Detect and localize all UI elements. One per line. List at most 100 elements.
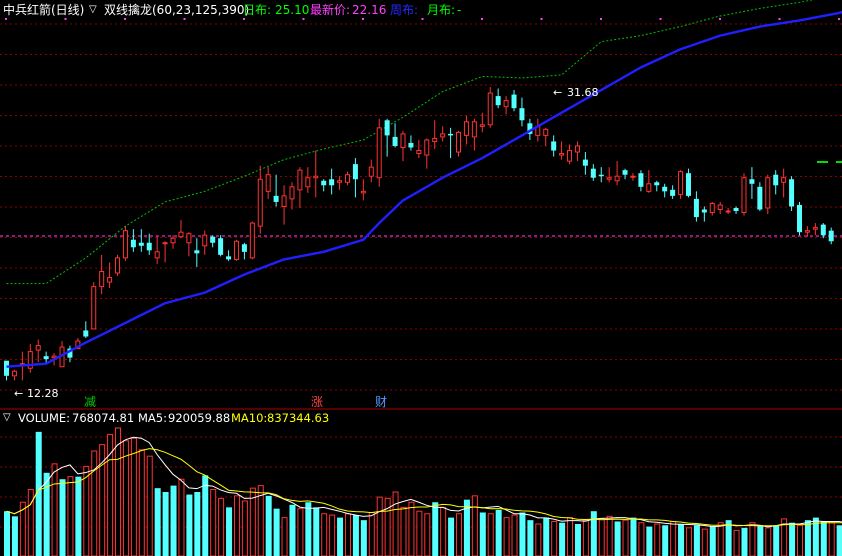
candle-body	[99, 270, 105, 288]
ma5-value: 920059.88	[168, 411, 231, 425]
candle-body	[448, 133, 454, 136]
candle-body	[337, 180, 343, 183]
chevron-down-icon[interactable]: ▽	[89, 3, 97, 17]
latest-value: 22.16	[352, 3, 387, 17]
candle-body	[828, 230, 834, 242]
volume-bar	[368, 511, 375, 556]
volume-bar	[709, 526, 716, 556]
volume-bar	[424, 513, 431, 556]
candle-body	[606, 177, 612, 180]
candle-body	[249, 222, 255, 259]
volume-bar	[265, 495, 272, 556]
candle-body	[812, 227, 818, 230]
volume-bar	[654, 523, 661, 556]
candle-body	[765, 177, 771, 209]
candle-body	[757, 186, 763, 210]
volume-bar	[83, 465, 90, 556]
candle-body	[630, 175, 636, 178]
volume-bar	[352, 515, 359, 556]
volume-bar	[582, 519, 589, 556]
marker-dot	[719, 18, 721, 20]
candle-body	[138, 242, 144, 246]
candle-body	[598, 174, 604, 177]
candle-body	[416, 150, 422, 155]
volume-bar	[4, 511, 10, 556]
candle-body	[622, 170, 628, 175]
volume-bar	[590, 511, 597, 556]
candle-body	[178, 231, 184, 238]
stock-name: 中兵红箭	[3, 3, 52, 17]
volume-bar	[797, 524, 803, 556]
candle-body	[471, 121, 477, 138]
candle-body	[305, 177, 311, 188]
candle-body	[313, 175, 319, 179]
ma10-label: MA10:	[231, 411, 268, 425]
volume-bar	[757, 525, 764, 556]
candle-body	[614, 175, 620, 182]
candle-body	[424, 139, 430, 156]
latest-label: 最新价:	[310, 3, 351, 17]
volume-bar	[598, 518, 605, 556]
volume-bar	[448, 517, 455, 556]
volume-bar	[186, 494, 193, 556]
stock-chart-window: 中兵红箭 (日线) ▽ 双线擒龙(60,23,125,390) 日布: 25.1…	[0, 0, 842, 556]
volume-bar	[527, 520, 534, 556]
signal-label-cai[interactable]: 财	[373, 395, 389, 409]
candle-body	[511, 94, 517, 109]
period-label[interactable]: (日线)	[51, 3, 84, 17]
volume-bar	[789, 522, 796, 556]
volume-bar	[717, 522, 724, 556]
candle-body	[670, 189, 676, 196]
candle-body	[574, 145, 580, 153]
marker-dot	[183, 18, 186, 20]
candle-body	[115, 257, 121, 274]
chart-canvas[interactable]	[0, 0, 842, 556]
volume-bar	[202, 475, 209, 556]
marker-dot	[659, 18, 662, 20]
volume-bar	[733, 529, 740, 556]
volume-bar	[670, 520, 677, 556]
volume-bar	[574, 524, 581, 556]
volume-bar	[693, 525, 700, 556]
candle-body	[162, 242, 168, 245]
indicator-name[interactable]: 双线擒龙(60,23,125,390)	[104, 3, 249, 17]
candle-body	[582, 159, 588, 166]
volume-chevron-icon[interactable]: ▽	[3, 411, 11, 425]
candle-body	[749, 179, 755, 184]
candle-body	[360, 190, 366, 194]
volume-bar	[313, 507, 320, 556]
candle-body	[384, 120, 390, 136]
volume-bar	[685, 527, 692, 556]
candlestick-series[interactable]	[4, 87, 834, 381]
volume-bar	[440, 506, 447, 556]
candle-body	[91, 286, 97, 330]
signal-label-jian[interactable]: 减	[82, 395, 98, 409]
volume-bar	[828, 522, 835, 556]
candle-body	[241, 244, 247, 252]
candle-body	[567, 150, 573, 162]
candle-body	[543, 128, 549, 136]
candle-body	[11, 370, 17, 377]
candle-body	[487, 92, 493, 126]
candle-body	[202, 234, 208, 247]
signal-label-zhang[interactable]: 涨	[309, 395, 325, 409]
volume-bar	[638, 522, 645, 556]
volume-bar	[471, 495, 478, 556]
volume-bar	[630, 517, 637, 556]
volume-bar	[233, 495, 240, 556]
candle-body	[654, 182, 660, 186]
volume-bar	[162, 492, 169, 556]
volume-bar	[606, 515, 613, 556]
marker-dot	[124, 18, 126, 20]
volume-value: 768074.81	[72, 411, 135, 425]
volume-bar	[741, 527, 748, 556]
volume-bar	[511, 514, 518, 556]
candle-body	[281, 195, 287, 207]
volume-bars[interactable]	[4, 427, 842, 556]
candle-body	[344, 174, 350, 183]
candle-body	[717, 204, 723, 210]
candle-body	[186, 233, 192, 244]
candle-body	[107, 277, 113, 283]
volume-bar	[614, 521, 621, 556]
candle-body	[678, 171, 684, 195]
